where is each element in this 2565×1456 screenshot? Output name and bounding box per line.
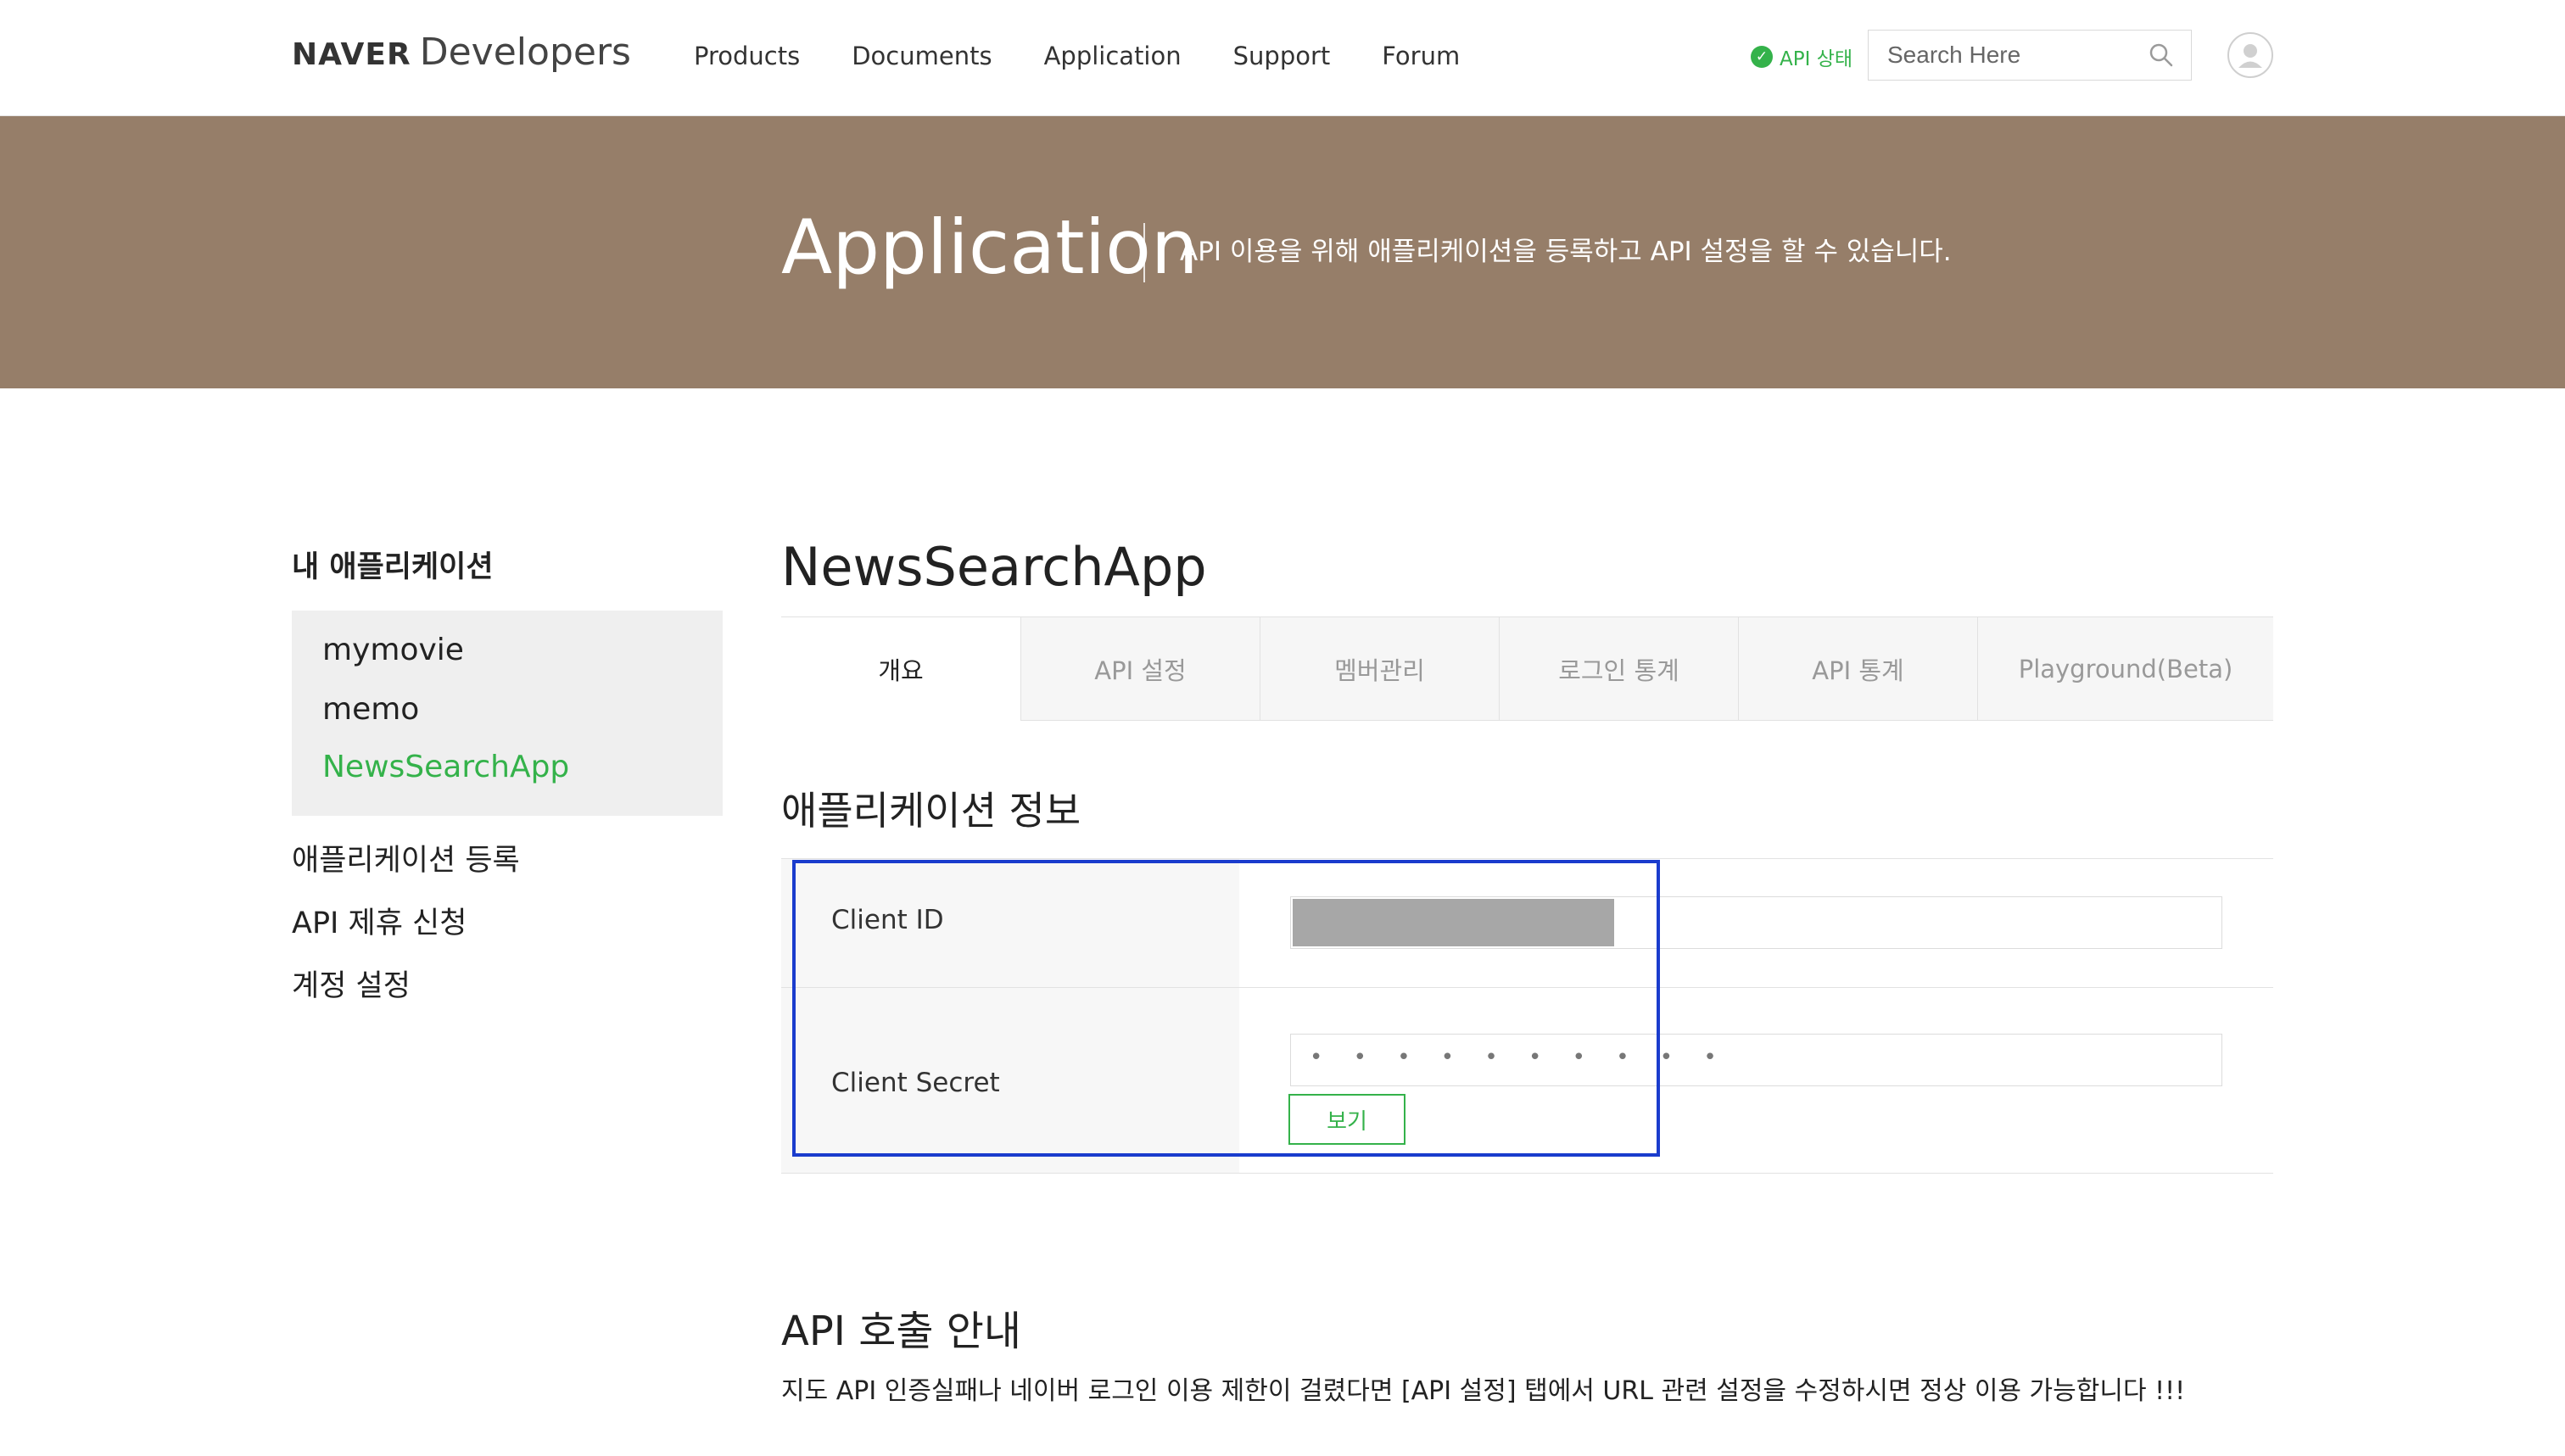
search-box <box>1868 30 2192 81</box>
nav-documents[interactable]: Documents <box>852 36 992 76</box>
nav-application[interactable]: Application <box>1044 36 1182 76</box>
sidebar-link-account-settings[interactable]: 계정 설정 <box>292 962 411 1005</box>
main-nav: Products Documents Application Support F… <box>694 36 1512 76</box>
nav-forum[interactable]: Forum <box>1382 36 1460 76</box>
hero-title: Application <box>781 204 1199 291</box>
sidebar-link-api-partnership[interactable]: API 제휴 신청 <box>292 899 467 942</box>
check-circle-icon: ✓ <box>1751 46 1773 68</box>
tab-playground[interactable]: Playground(Beta) <box>1977 617 2273 721</box>
tab-api-stats[interactable]: API 통계 <box>1738 617 1977 721</box>
sidebar-item-mymovie[interactable]: mymovie <box>322 633 464 667</box>
nav-support[interactable]: Support <box>1233 36 1331 76</box>
hero-divider <box>1143 223 1145 282</box>
api-status-label: API 상태 <box>1780 48 1853 70</box>
section-title-app-info: 애플리케이션 정보 <box>781 788 1081 834</box>
user-avatar-icon[interactable] <box>2227 32 2273 78</box>
my-apps-list: mymovie memo NewsSearchApp <box>292 611 723 816</box>
tab-overview[interactable]: 개요 <box>781 617 1020 721</box>
api-call-title: API 호출 안내 <box>781 1308 1022 1355</box>
logo-brand: NAVER <box>292 37 411 72</box>
tab-member-management[interactable]: 멤버관리 <box>1260 617 1499 721</box>
highlight-box <box>792 860 1660 1157</box>
tab-login-stats[interactable]: 로그인 통계 <box>1499 617 1738 721</box>
app-tabs: 개요 API 설정 멤버관리 로그인 통계 API 통계 Playground(… <box>781 616 2273 721</box>
sidebar-heading: 내 애플리케이션 <box>292 550 494 584</box>
api-call-description: 지도 API 인증실패나 네이버 로그인 이용 제한이 걸렸다면 [API 설정… <box>781 1376 2186 1406</box>
hero-banner: Application API 이용을 위해 애플리케이션을 등록하고 API … <box>0 116 2565 388</box>
tab-api-settings[interactable]: API 설정 <box>1020 617 1260 721</box>
search-icon[interactable] <box>2149 42 2174 71</box>
hero-description: API 이용을 위해 애플리케이션을 등록하고 API 설정을 할 수 있습니다… <box>1180 237 1952 267</box>
search-input[interactable] <box>1869 41 2143 70</box>
naver-developers-logo[interactable]: NAVER Developers <box>292 31 631 81</box>
api-status-link[interactable]: ✓ API 상태 <box>1751 42 1852 71</box>
sidebar-item-newssearchapp[interactable]: NewsSearchApp <box>322 750 569 784</box>
logo-suffix: Developers <box>419 31 631 74</box>
sidebar-link-register-app[interactable]: 애플리케이션 등록 <box>292 836 520 879</box>
sidebar-item-memo[interactable]: memo <box>322 692 419 727</box>
top-navigation-bar: NAVER Developers Products Documents Appl… <box>0 0 2565 116</box>
nav-products[interactable]: Products <box>694 36 800 76</box>
app-title: NewsSearchApp <box>781 536 1207 598</box>
